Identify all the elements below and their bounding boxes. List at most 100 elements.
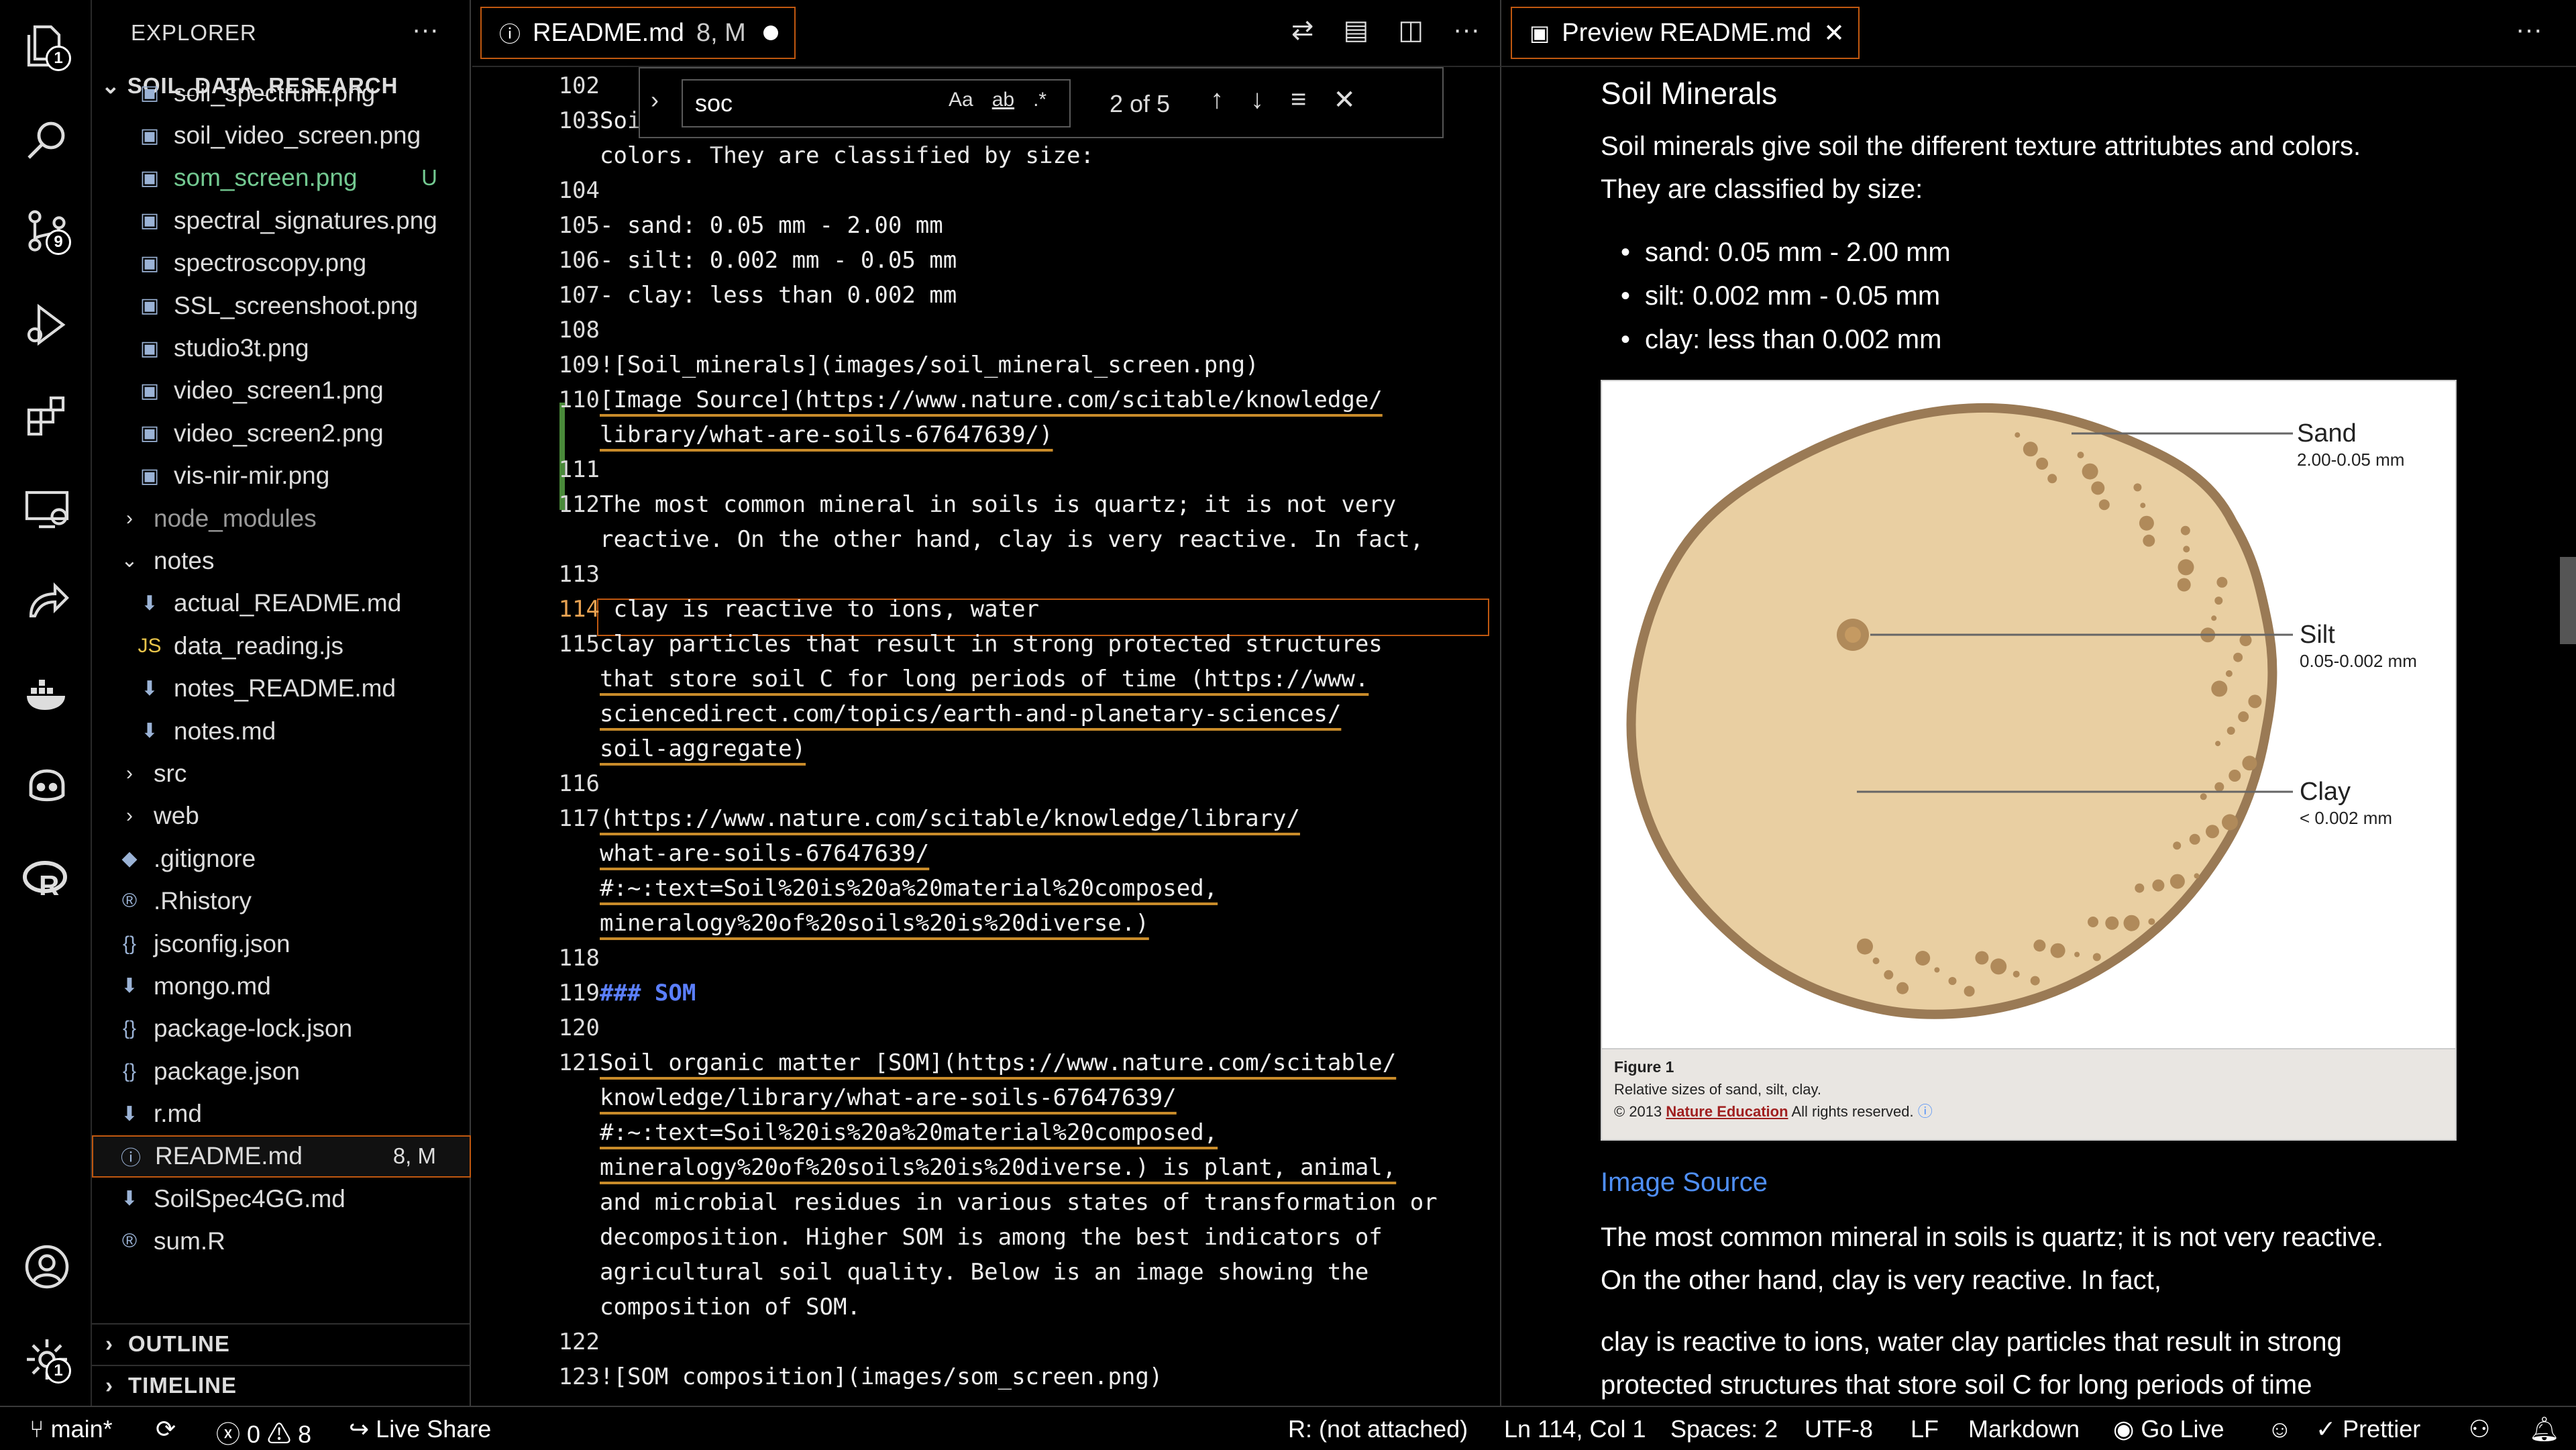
nature-education-link[interactable]: Nature Education [1666, 1103, 1788, 1120]
code-line[interactable]: ![Soil_minerals](images/soil_mineral_scr… [600, 352, 1259, 378]
tree-item[interactable]: ▣ spectral_signatures.png [92, 199, 471, 242]
notifications-icon[interactable]: 🔔︎ [2529, 1415, 2560, 1443]
tree-item[interactable]: ⬇ actual_README.md [92, 582, 471, 625]
code-line[interactable]: decomposition. Higher SOM is among the b… [600, 1224, 1383, 1251]
code-line[interactable]: [Image Source](https://www.nature.com/sc… [600, 386, 1383, 413]
info-icon[interactable]: ⓘ [1918, 1103, 1933, 1120]
encoding-status[interactable]: UTF-8 [1805, 1415, 1873, 1443]
source-control-icon[interactable]: 9 [15, 199, 79, 263]
tree-item[interactable]: › node_modules [92, 497, 471, 539]
image-source-link[interactable]: Image Source [1601, 1168, 1768, 1198]
run-debug-icon[interactable] [15, 293, 79, 357]
tree-item[interactable]: ▣ spectroscopy.png [92, 242, 471, 284]
code-line[interactable]: composition of SOM. [600, 1294, 861, 1320]
code-line[interactable]: library/what-are-soils-67647639/) [600, 421, 1053, 448]
timeline-section[interactable]: › TIMELINE [92, 1365, 470, 1405]
language-mode[interactable]: Markdown [1968, 1415, 2080, 1443]
code-line[interactable]: The most common mineral in soils is quar… [600, 491, 1396, 518]
tree-item[interactable]: ▣ vis-nir-mir.png [92, 455, 471, 497]
manage-gear-icon[interactable]: 1 [15, 1327, 79, 1392]
copilot-icon[interactable] [15, 753, 79, 817]
tree-item[interactable]: › src [92, 752, 471, 794]
tree-item[interactable]: ⬇ r.md [92, 1092, 471, 1135]
code-line[interactable]: clay particles that result in strong pro… [600, 631, 1383, 658]
live-share-status[interactable]: ↪ Live Share [349, 1415, 491, 1443]
code-line[interactable]: ![SOM composition](images/som_screen.png… [600, 1363, 1163, 1390]
code-line[interactable]: and microbial residues in various states… [600, 1189, 1438, 1216]
code-line[interactable]: that store soil C for long periods of ti… [600, 666, 1368, 692]
more-actions-icon[interactable]: ··· [1453, 15, 1480, 46]
code-line[interactable]: mineralogy%20of%20soils%20is%20diverse.)… [600, 1154, 1396, 1181]
code-line[interactable]: #:~:text=Soil%20is%20a%20material%20comp… [600, 875, 1218, 902]
extensions-icon[interactable] [15, 384, 79, 448]
docker-icon[interactable] [15, 662, 79, 726]
r-language-icon[interactable]: R [15, 847, 79, 911]
previous-match-icon[interactable]: ↑ [1210, 85, 1224, 115]
cursor-position[interactable]: Ln 114, Col 1 [1504, 1415, 1646, 1443]
tree-item[interactable]: ⬇ notes.md [92, 710, 471, 752]
explorer-icon[interactable]: 1 [15, 15, 79, 79]
tree-item[interactable]: › web [92, 795, 471, 837]
tab-readme[interactable]: ⓘ README.md 8, M [480, 7, 796, 59]
code-line[interactable]: colors. They are classified by size: [600, 142, 1094, 169]
tree-item[interactable]: ⓘ README.md 8, M [92, 1135, 471, 1178]
close-tab-icon[interactable]: ✕ [1823, 18, 1845, 48]
tree-item[interactable]: ▣ studio3t.png [92, 327, 471, 369]
code-line[interactable]: Soil organic matter [SOM](https://www.na… [600, 1049, 1396, 1076]
whole-word-icon[interactable]: ab [992, 89, 1014, 111]
tree-item[interactable]: ⬇ notes_README.md [92, 667, 471, 709]
code-line[interactable]: sciencedirect.com/topics/earth-and-plane… [600, 701, 1341, 727]
problems-indicator[interactable]: ⓧ 0 ⚠ 8 [216, 1415, 311, 1450]
code-line[interactable]: - silt: 0.002 mm - 0.05 mm [600, 247, 957, 274]
code-line[interactable]: - sand: 0.05 mm - 2.00 mm [600, 212, 943, 239]
next-match-icon[interactable]: ↓ [1250, 85, 1264, 115]
code-line[interactable]: #:~:text=Soil%20is%20a%20material%20comp… [600, 1119, 1218, 1146]
code-line[interactable]: mineralogy%20of%20soils%20is%20diverse.) [600, 910, 1149, 937]
code-line[interactable]: what-are-soils-67647639/ [600, 840, 929, 867]
tree-item[interactable]: ⬇ SoilSpec4GG.md [92, 1178, 471, 1220]
code-editor[interactable]: 1011021031041051061071081091101111121131… [472, 67, 1500, 1406]
code-line[interactable]: knowledge/library/what-are-soils-6764763… [600, 1084, 1177, 1111]
tree-item[interactable]: ® .Rhistory [92, 880, 471, 922]
eol-status[interactable]: LF [1911, 1415, 1939, 1443]
toggle-replace-icon[interactable]: › [651, 86, 659, 114]
tree-item[interactable]: ▣ SSL_screenshoot.png [92, 284, 471, 327]
close-find-icon[interactable]: ✕ [1333, 85, 1356, 115]
code-line[interactable]: (https://www.nature.com/scitable/knowled… [600, 805, 1300, 832]
unsaved-dot-icon[interactable] [763, 25, 778, 40]
find-in-selection-icon[interactable]: ≡ [1291, 85, 1306, 115]
code-line[interactable]: clay is reactive to ions, water [600, 596, 1039, 623]
split-editor-icon[interactable]: ◫ [1398, 15, 1424, 46]
tree-item[interactable]: ® sum.R [92, 1221, 471, 1263]
compare-changes-icon[interactable]: ⇄ [1291, 15, 1314, 46]
branch-indicator[interactable]: ⑂ main* [30, 1415, 113, 1443]
tree-item[interactable]: {} package-lock.json [92, 1008, 471, 1050]
preview-scrollbar[interactable] [2560, 557, 2576, 644]
regex-icon[interactable]: .* [1033, 89, 1046, 111]
copilot-status-icon[interactable]: ☺ [2267, 1415, 2292, 1443]
prettier-status[interactable]: ✓ Prettier [2316, 1415, 2420, 1443]
tab-preview-readme[interactable]: ▣ Preview README.md ✕ [1511, 7, 1860, 59]
code-line[interactable]: agricultural soil quality. Below is an i… [600, 1259, 1368, 1286]
tree-item[interactable]: ◆ .gitignore [92, 837, 471, 880]
tree-item[interactable]: ▣ soil_spectrum.png [92, 72, 471, 114]
sync-icon[interactable]: ⟳ [156, 1415, 176, 1443]
code-line[interactable]: - clay: less than 0.002 mm [600, 282, 957, 309]
go-live-button[interactable]: ◉ Go Live [2113, 1415, 2224, 1443]
tree-item[interactable]: ▣ soil_video_screen.png [92, 114, 471, 156]
preview-more-icon[interactable]: ··· [2516, 15, 2542, 45]
open-preview-icon[interactable]: ▤ [1343, 15, 1368, 46]
tree-item[interactable]: ⌄ notes [92, 539, 471, 582]
remote-explorer-icon[interactable] [15, 476, 79, 541]
match-case-icon[interactable]: Aa [949, 89, 973, 111]
tree-item[interactable]: ▣ som_screen.png U [92, 157, 471, 199]
indentation-status[interactable]: Spaces: 2 [1670, 1415, 1778, 1443]
tree-item[interactable]: ⬇ mongo.md [92, 965, 471, 1007]
tree-item[interactable]: JS data_reading.js [92, 625, 471, 667]
code-line[interactable]: reactive. On the other hand, clay is ver… [600, 526, 1424, 553]
tree-item[interactable]: {} package.json [92, 1050, 471, 1092]
explorer-more-icon[interactable]: ··· [412, 15, 439, 45]
tree-item[interactable]: ▣ video_screen1.png [92, 370, 471, 412]
outline-section[interactable]: › OUTLINE [92, 1323, 470, 1363]
feedback-icon[interactable]: ⚇ [2469, 1415, 2490, 1443]
